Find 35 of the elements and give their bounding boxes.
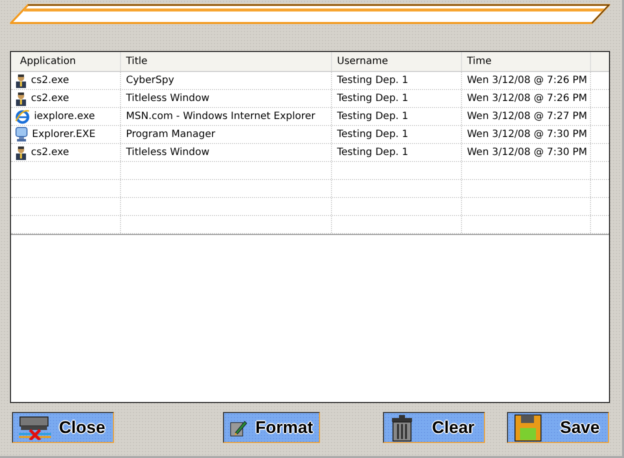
table-cell-text: iexplore.exe — [34, 110, 95, 124]
table-cell: Wen 3/12/08 @ 7:30 PM — [462, 144, 591, 161]
table-cell: Testing Dep. 1 — [332, 72, 462, 89]
table-cell: CyberSpy — [121, 72, 332, 89]
person-icon — [15, 92, 27, 106]
table-cell-text: cs2.exe — [31, 92, 69, 106]
table-cell: Titleless Window — [121, 90, 332, 107]
table-cell: Testing Dep. 1 — [332, 144, 462, 161]
column-header[interactable]: Application — [11, 52, 121, 71]
column-header[interactable]: Username — [332, 52, 462, 71]
table-cell: Testing Dep. 1 — [332, 108, 462, 125]
table-cell: Testing Dep. 1 — [332, 126, 462, 143]
table-cell: Testing Dep. 1 — [332, 90, 462, 107]
table-cell-text: Explorer.EXE — [32, 128, 96, 142]
person-icon — [15, 146, 27, 160]
toolbar-button[interactable]: Close — [12, 412, 114, 443]
browser-icon — [15, 109, 30, 124]
table-cell-text: cs2.exe — [31, 74, 69, 88]
table-cell: Wen 3/12/08 @ 7:26 PM — [462, 72, 591, 89]
table-cell: Wen 3/12/08 @ 7:26 PM — [462, 90, 591, 107]
column-header[interactable]: Time — [462, 52, 591, 71]
table-cell: Program Manager — [121, 126, 332, 143]
computer-icon — [15, 127, 28, 142]
table-cell: Titleless Window — [121, 144, 332, 161]
table-cell: Wen 3/12/08 @ 7:30 PM — [462, 126, 591, 143]
table-cell: MSN.com - Windows Internet Explorer — [121, 108, 332, 125]
toolbar-button[interactable]: Clear — [383, 412, 485, 443]
trash-can-icon — [390, 414, 414, 442]
disconnect-icon — [19, 416, 51, 440]
column-header[interactable]: Title — [121, 52, 332, 71]
table-cell: Wen 3/12/08 @ 7:27 PM — [462, 108, 591, 125]
person-icon — [15, 74, 27, 88]
toolbar-button[interactable]: Save — [507, 412, 609, 443]
table-cell-text: cs2.exe — [31, 146, 69, 160]
toolbar-button[interactable]: Format — [223, 412, 320, 443]
